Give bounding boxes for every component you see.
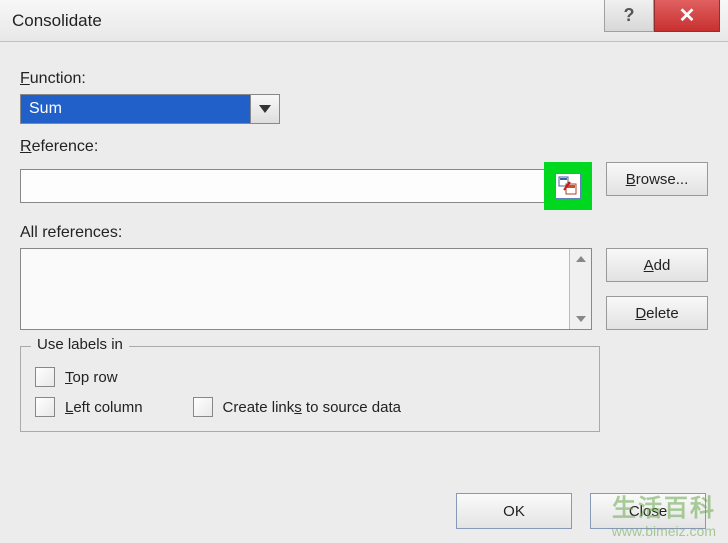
top-row-checkbox[interactable]: [35, 367, 55, 387]
collapse-dialog-icon[interactable]: [555, 173, 581, 199]
left-column-checkbox[interactable]: [35, 397, 55, 417]
dialog-content: Function: Sum Reference:: [0, 42, 728, 446]
groupbox-title: Use labels in: [31, 336, 129, 353]
ok-button[interactable]: OK: [456, 493, 572, 529]
reference-input[interactable]: [20, 169, 546, 203]
chevron-down-icon[interactable]: [250, 94, 280, 124]
function-combobox[interactable]: Sum: [20, 94, 280, 124]
create-links-checkbox[interactable]: [193, 397, 213, 417]
reference-label: Reference:: [20, 138, 708, 156]
use-labels-groupbox: Use labels in Top row Left column Create…: [20, 346, 600, 432]
close-button[interactable]: Close: [590, 493, 706, 529]
help-button[interactable]: ?: [604, 0, 654, 32]
function-combobox-value: Sum: [20, 94, 250, 124]
dialog-buttons: OK Close: [456, 493, 706, 529]
delete-button[interactable]: Delete: [606, 296, 708, 330]
add-button[interactable]: Add: [606, 248, 708, 282]
reference-input-wrap: [20, 162, 592, 210]
function-label: Function:: [20, 70, 708, 88]
scroll-down-icon[interactable]: [570, 309, 591, 329]
scroll-up-icon[interactable]: [570, 249, 591, 269]
titlebar: Consolidate ? ✕: [0, 0, 728, 42]
collapse-highlight: [544, 162, 592, 210]
top-row-label: Top row: [65, 369, 118, 386]
create-links-label: Create links to source data: [223, 399, 401, 416]
browse-button[interactable]: Browse...: [606, 162, 708, 196]
all-references-listbox[interactable]: [20, 248, 592, 330]
window-title: Consolidate: [12, 11, 102, 31]
close-window-button[interactable]: ✕: [654, 0, 720, 32]
left-column-label: Left column: [65, 399, 143, 416]
scrollbar[interactable]: [569, 249, 591, 329]
all-references-label: All references:: [20, 224, 708, 242]
titlebar-buttons: ? ✕: [604, 0, 728, 41]
